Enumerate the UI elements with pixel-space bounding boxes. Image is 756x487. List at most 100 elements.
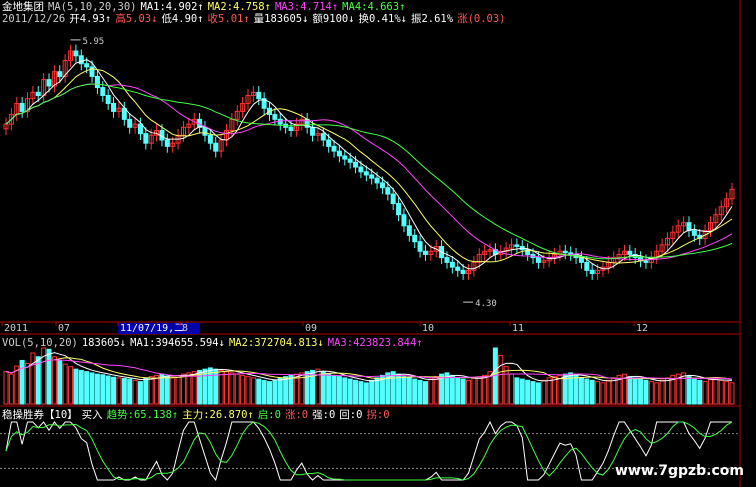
volume-bar — [412, 378, 418, 405]
volume-bar — [240, 374, 246, 405]
header-row1-item-4: MA3:4.714↑ — [274, 1, 339, 13]
ind-header-item-6: 强:0 — [312, 409, 336, 421]
vol-header-item-4: MA3:423823.844↑ — [327, 337, 423, 349]
volume-bar — [729, 382, 735, 405]
candle-body — [164, 139, 170, 147]
candle-body — [342, 155, 348, 160]
volume-bar — [718, 379, 724, 405]
volume-bar — [30, 352, 36, 405]
ind-header-item-7: 回:0 — [339, 409, 363, 421]
candle-body — [46, 79, 52, 87]
date-label-6: 11 — [512, 323, 524, 334]
volume-bar — [541, 379, 547, 405]
candle-body — [455, 266, 461, 271]
volume-bar — [234, 373, 240, 405]
header-row2-item-6: 额9100↓ — [312, 13, 355, 25]
volume-bar — [186, 372, 192, 405]
volume-bar — [471, 377, 477, 405]
candle-body — [320, 133, 326, 141]
volume-bar — [137, 381, 143, 405]
header-row1-item-0: 金地集团 — [2, 1, 44, 13]
volume-bar — [611, 377, 617, 405]
volume-bar — [422, 381, 428, 405]
volume-bar — [401, 376, 407, 405]
date-label-2: 11/07/19,二 — [120, 323, 184, 334]
volume-bar — [326, 373, 332, 405]
candle-body — [137, 123, 143, 135]
ma5-line — [5, 59, 733, 270]
volume-bar — [245, 376, 251, 405]
header-row2-item-1: 开4.93↑ — [69, 13, 112, 25]
candle-body — [19, 102, 25, 112]
volume-bar — [627, 376, 633, 405]
volume-bar — [342, 377, 348, 405]
volume-bar — [320, 371, 326, 405]
volume-bar — [659, 379, 665, 405]
header-row1-item-2: MA1:4.902↑ — [140, 1, 204, 13]
volume-bar — [336, 376, 342, 405]
vol-header-item-0: VOL(5,10,20) — [2, 337, 78, 349]
volume-bar — [406, 377, 412, 405]
candle-body — [331, 145, 337, 152]
volume-bar — [465, 379, 471, 405]
volume-bar — [449, 374, 455, 405]
volume-bar — [482, 374, 488, 405]
candle-body — [643, 260, 649, 263]
volume-bar — [369, 379, 375, 405]
volume-bar — [127, 378, 133, 405]
volume-bar — [8, 373, 14, 405]
volume-bar — [89, 372, 95, 405]
volume-bar — [218, 369, 224, 405]
volume-bar — [347, 378, 353, 405]
price-header-row2: 2011/12/26 开4.93↑ 高5.03↓ 低4.90↑ 收5.01↑ 量18360… — [2, 13, 510, 25]
candle-body — [401, 214, 407, 227]
volume-bar — [148, 376, 154, 405]
volume-bar — [143, 377, 149, 405]
ind-header-item-3: 主力:26.870↑ — [182, 409, 254, 421]
ind-header-item-5: 涨:0 — [284, 409, 309, 421]
header-row1-item-5: MA4:4.663↑ — [342, 1, 406, 13]
candle-body — [84, 63, 90, 68]
volume-bar — [503, 366, 509, 405]
volume-bar — [713, 377, 719, 405]
candle-body — [127, 118, 133, 128]
volume-bar — [164, 375, 170, 405]
volume-bar — [691, 378, 697, 405]
volume-bar — [363, 382, 369, 405]
price-annotation-1: 4.30 — [475, 299, 497, 309]
candle-body — [449, 261, 455, 268]
volume-bar — [73, 368, 79, 405]
candle-body — [336, 150, 342, 157]
volume-bar — [250, 377, 256, 405]
volume-bar — [724, 381, 730, 405]
candle-body — [256, 91, 262, 100]
candle-body — [35, 91, 41, 97]
volume-bar — [460, 378, 466, 405]
watermark: www.7gpzb.com — [614, 463, 744, 479]
volume-bar — [509, 373, 515, 405]
volume-bar — [25, 363, 31, 405]
date-label-5: 10 — [422, 323, 434, 334]
candle-body — [100, 87, 106, 97]
volume-bar — [213, 368, 219, 405]
volume-bar — [455, 377, 461, 405]
ind-header-item-8: 拐:0 — [366, 409, 390, 421]
candle-body — [358, 166, 364, 173]
candle-body — [105, 95, 111, 104]
header-row2-item-5: 量183605↓ — [253, 13, 309, 25]
volume-bar — [267, 381, 273, 405]
volume-bar — [68, 366, 74, 405]
header-row2-item-0: 2011/12/26 — [2, 13, 66, 25]
date-label-3: 8 — [182, 323, 188, 334]
volume-bar — [202, 368, 208, 405]
volume-bar — [600, 382, 606, 405]
volume-bar — [498, 354, 504, 405]
vol-ma10 — [5, 357, 733, 380]
volume-bar — [180, 373, 186, 405]
vol-ma20 — [5, 359, 733, 380]
candle-body — [417, 241, 423, 252]
volume-bar — [702, 381, 708, 405]
ind-header-item-1: 买入 — [81, 409, 103, 421]
volume-bar — [358, 381, 364, 405]
header-row1-item-3: MA2:4.758↑ — [207, 1, 271, 13]
